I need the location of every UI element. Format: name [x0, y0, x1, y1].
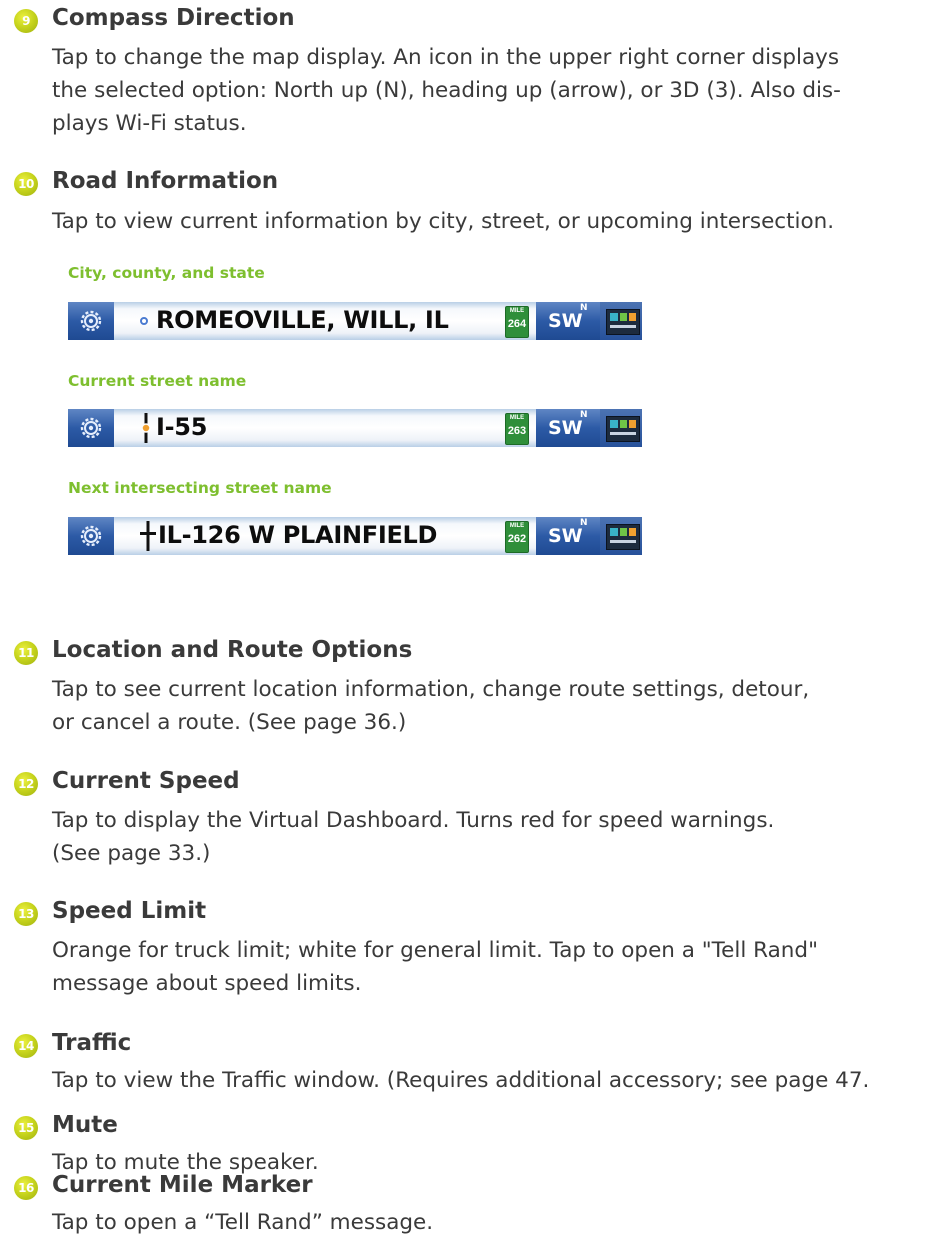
- road-info-bar-city[interactable]: ROMEOVILLE, WILL, IL MILE 264 SW N: [68, 302, 642, 340]
- section-body-line: Tap to view the Traffic window. (Require…: [52, 1068, 870, 1093]
- section-number-badge: 10: [14, 172, 38, 196]
- road-bar-caption: Current street name: [68, 372, 247, 390]
- section-number-badge: 12: [14, 772, 38, 796]
- section-title: Compass Direction: [52, 5, 295, 31]
- section-title: Traffic: [52, 1030, 132, 1056]
- section-number-badge: 15: [14, 1116, 38, 1140]
- mile-label: MILE: [509, 415, 525, 421]
- section-body-line: or cancel a route. (See page 36.): [52, 710, 407, 735]
- road-text: I-55: [156, 413, 208, 441]
- mile-number: 262: [507, 533, 527, 545]
- wifi-status-icon: [606, 309, 640, 335]
- mile-marker-shield[interactable]: MILE 264: [505, 306, 529, 338]
- gear-icon: [80, 417, 102, 439]
- section-title: Location and Route Options: [52, 637, 413, 663]
- gear-icon: [80, 525, 102, 547]
- road-text: IL-126 W PLAINFIELD: [158, 521, 438, 549]
- section-body-line: message about speed limits.: [52, 971, 362, 996]
- mile-marker-shield[interactable]: MILE 262: [505, 521, 529, 553]
- mile-number: 263: [507, 425, 527, 437]
- gear-icon: [80, 310, 102, 332]
- section-title: Mute: [52, 1112, 118, 1138]
- options-button[interactable]: [68, 517, 114, 555]
- road-bar-caption: Next intersecting street name: [68, 479, 332, 497]
- status-button[interactable]: [600, 302, 642, 340]
- wifi-status-icon: [606, 416, 640, 442]
- compass-button[interactable]: SW N: [536, 302, 600, 340]
- wifi-status-icon: [606, 524, 640, 550]
- section-body-line: Tap to change the map display. An icon i…: [52, 45, 840, 70]
- street-marker-icon: [141, 413, 151, 443]
- section-body-line: Tap to open a “Tell Rand” message.: [52, 1210, 434, 1235]
- section-body-line: Tap to display the Virtual Dashboard. Tu…: [52, 808, 775, 833]
- intersection-icon: [140, 521, 156, 551]
- section-body-line: plays Wi-Fi status.: [52, 111, 247, 136]
- section-number-badge: 14: [14, 1034, 38, 1058]
- status-button[interactable]: [600, 409, 642, 447]
- compass-button[interactable]: SW N: [536, 409, 600, 447]
- mile-number: 264: [507, 318, 527, 330]
- road-bar-caption: City, county, and state: [68, 264, 265, 282]
- section-body-line: Tap to see current location information,…: [52, 677, 810, 702]
- road-text: ROMEOVILLE, WILL, IL: [156, 306, 449, 334]
- section-title: Speed Limit: [52, 898, 207, 924]
- road-info-bar-intersection[interactable]: IL-126 W PLAINFIELD MILE 262 SW N: [68, 517, 642, 555]
- mile-label: MILE: [509, 308, 525, 314]
- section-body-line: the selected option: North up (N), headi…: [52, 78, 841, 103]
- compass-direction: SW: [548, 417, 583, 439]
- road-info-bar-street[interactable]: I-55 MILE 263 SW N: [68, 409, 642, 447]
- section-title: Current Mile Marker: [52, 1172, 313, 1198]
- compass-direction: SW: [548, 310, 583, 332]
- mile-label: MILE: [509, 523, 525, 529]
- section-body-line: (See page 33.): [52, 841, 211, 866]
- section-number-badge: 16: [14, 1176, 38, 1200]
- section-number-badge: 9: [14, 9, 38, 33]
- north-indicator: N: [580, 303, 588, 313]
- north-indicator: N: [580, 518, 588, 528]
- section-number-badge: 11: [14, 641, 38, 665]
- section-body-line: Tap to view current information by city,…: [52, 209, 835, 234]
- options-button[interactable]: [68, 302, 114, 340]
- section-number-badge: 13: [14, 902, 38, 926]
- section-title: Road Information: [52, 168, 279, 194]
- north-indicator: N: [580, 410, 588, 420]
- compass-button[interactable]: SW N: [536, 517, 600, 555]
- status-button[interactable]: [600, 517, 642, 555]
- location-dot-icon: [140, 317, 148, 325]
- compass-direction: SW: [548, 525, 583, 547]
- mile-marker-shield[interactable]: MILE 263: [505, 413, 529, 445]
- section-title: Current Speed: [52, 768, 240, 794]
- options-button[interactable]: [68, 409, 114, 447]
- section-body-line: Orange for truck limit; white for genera…: [52, 938, 818, 963]
